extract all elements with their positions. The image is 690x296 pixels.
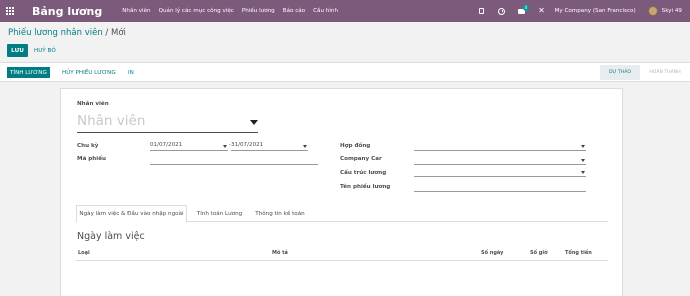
chevron-down-icon[interactable]: [581, 145, 585, 148]
period-label: Chu kỳ: [77, 143, 99, 149]
chevron-down-icon[interactable]: [581, 159, 585, 162]
payslip-name-field[interactable]: [414, 183, 586, 192]
breadcrumb-separator: /: [105, 28, 109, 38]
stage-done[interactable]: HOÀN THÀNH: [640, 65, 690, 80]
menu-item-payslips[interactable]: Phiếu lương: [242, 8, 275, 14]
structure-field[interactable]: [414, 168, 586, 177]
company-car-label: Company Car: [340, 156, 382, 162]
chat-icon[interactable]: 4: [515, 0, 529, 22]
contract-field[interactable]: [414, 142, 586, 151]
date-to-field[interactable]: 31/07/2021: [231, 142, 308, 151]
reference-label: Mã phiếu: [77, 156, 106, 162]
breadcrumb-parent[interactable]: Phiếu lương nhân viên: [8, 28, 103, 38]
app-brand[interactable]: Bảng lương: [32, 5, 102, 18]
column-description[interactable]: Mô tả: [272, 250, 288, 256]
column-days[interactable]: Số ngày: [481, 250, 503, 256]
user-menu[interactable]: Skyi 49: [662, 8, 682, 14]
breadcrumb: Phiếu lương nhân viên / Mới: [8, 28, 126, 38]
structure-label: Cấu trúc lương: [340, 170, 387, 176]
menu-item-work-entries[interactable]: Quản lý các mục công việc: [159, 8, 234, 14]
menu-item-employees[interactable]: Nhân viên: [122, 8, 150, 14]
compute-sheet-button[interactable]: TÍNH LƯƠNG: [7, 67, 50, 78]
chevron-down-icon[interactable]: [581, 171, 585, 174]
menu-item-reporting[interactable]: Báo cáo: [283, 8, 305, 14]
worked-days-table-header: Loại Mô tả Số ngày Số giờ Tổng tiền: [76, 249, 608, 261]
chevron-down-icon[interactable]: [250, 120, 258, 125]
date-to-value: 31/07/2021: [231, 142, 264, 148]
apps-menu-icon[interactable]: [0, 0, 20, 22]
tab-worked-days[interactable]: Ngày làm việc & Đầu vào nhập ngoài: [76, 205, 187, 223]
form-sheet: Nhân viên Nhân viên Chu kỳ 01/07/2021 - …: [60, 88, 623, 296]
form-statusbar: TÍNH LƯƠNG HỦY PHIẾU LƯƠNG IN DỰ THẢO HO…: [0, 63, 690, 82]
clock-icon[interactable]: [495, 0, 509, 22]
status-stages: DỰ THẢO HOÀN THÀNH: [600, 65, 690, 80]
column-hours[interactable]: Số giờ: [530, 250, 548, 256]
discard-button[interactable]: HUỶ BỎ: [34, 44, 56, 57]
chevron-down-icon[interactable]: [303, 145, 307, 148]
date-from-value: 01/07/2021: [150, 142, 183, 148]
print-button[interactable]: IN: [128, 67, 134, 78]
debug-icon[interactable]: ✕: [535, 0, 549, 22]
payslip-name-label: Tên phiếu lương: [340, 184, 391, 190]
date-from-field[interactable]: 01/07/2021: [150, 142, 228, 151]
stage-draft[interactable]: DỰ THẢO: [600, 65, 640, 80]
employee-label: Nhân viên: [77, 101, 109, 107]
notebook-tabs: Ngày làm việc & Đầu vào nhập ngoài Tính …: [76, 205, 608, 223]
worked-days-title: Ngày làm việc: [77, 231, 145, 242]
tab-salary-computation[interactable]: Tính toán Lương: [190, 205, 249, 222]
phone-icon[interactable]: [475, 0, 489, 22]
tab-accounting-info[interactable]: Thông tin kế toán: [251, 205, 309, 222]
company-switcher[interactable]: My Company (San Francisco): [555, 8, 636, 14]
employee-field[interactable]: Nhân viên: [77, 113, 258, 133]
cancel-payslip-button[interactable]: HỦY PHIẾU LƯƠNG: [62, 67, 116, 78]
column-amount[interactable]: Tổng tiền: [565, 250, 592, 256]
systray: 4 ✕ My Company (San Francisco) Skyi 49: [475, 0, 690, 22]
chat-badge: 4: [523, 4, 529, 11]
company-car-field[interactable]: [414, 156, 586, 165]
chevron-down-icon[interactable]: [223, 145, 227, 148]
contract-label: Hợp đồng: [340, 143, 371, 149]
reference-field[interactable]: [150, 156, 318, 165]
save-button[interactable]: LƯU: [7, 44, 28, 57]
avatar[interactable]: [647, 6, 658, 16]
column-type[interactable]: Loại: [78, 250, 90, 256]
main-menu: Nhân viên Quản lý các mục công việc Phiế…: [122, 8, 338, 14]
breadcrumb-current: Mới: [111, 28, 126, 38]
employee-placeholder: Nhân viên: [77, 113, 146, 129]
top-navbar: Bảng lương Nhân viên Quản lý các mục côn…: [0, 0, 690, 22]
menu-item-configuration[interactable]: Cấu hình: [313, 8, 338, 14]
